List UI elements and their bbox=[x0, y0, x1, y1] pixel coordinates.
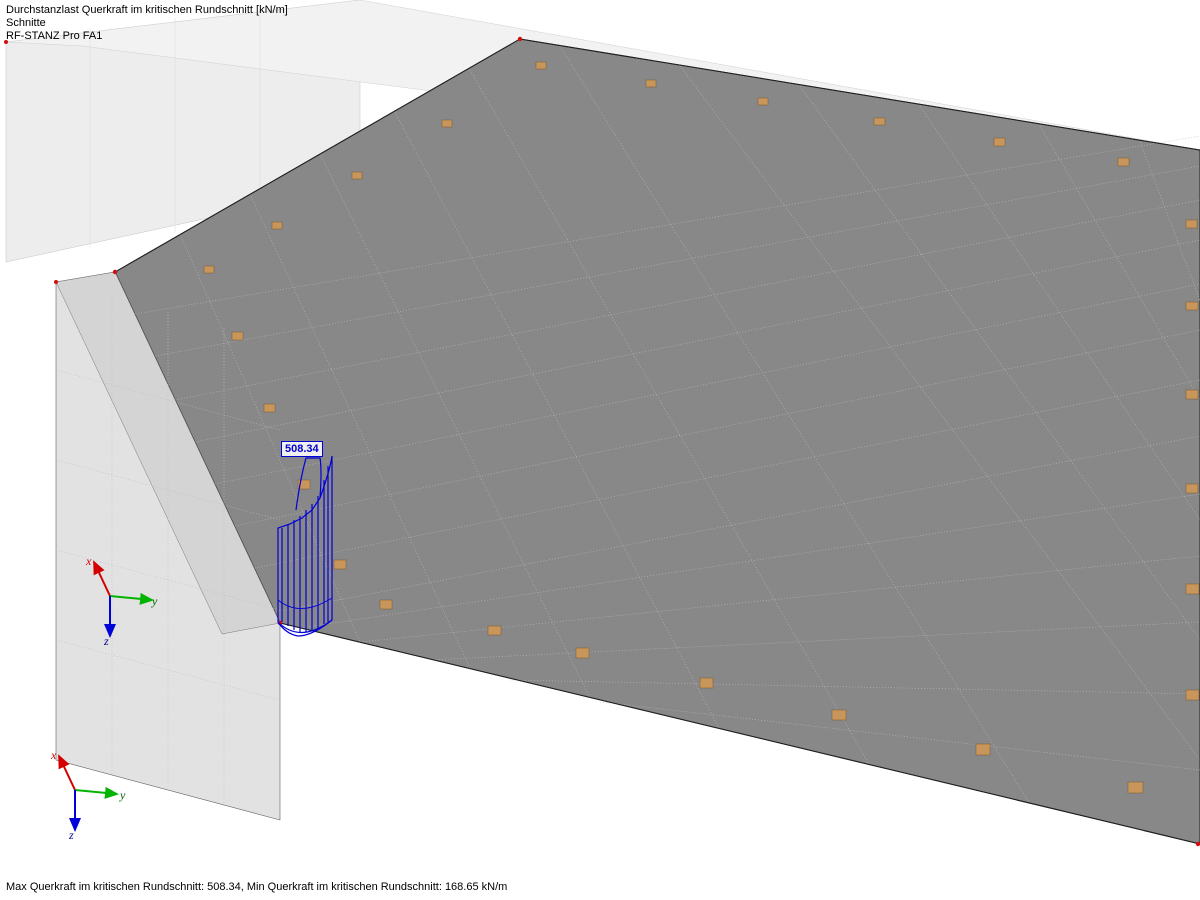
diagram-value-label: 508.34 bbox=[281, 441, 323, 457]
model-viewport[interactable] bbox=[0, 0, 1200, 900]
axis-x-label-local: x bbox=[86, 554, 91, 569]
axis-x-label-global: x bbox=[51, 748, 56, 763]
header-title: Durchstanzlast Querkraft im kritischen R… bbox=[6, 4, 288, 17]
axis-y-label-global: y bbox=[120, 788, 125, 803]
header-block: Durchstanzlast Querkraft im kritischen R… bbox=[6, 4, 288, 43]
axis-z-label-global: z bbox=[69, 828, 74, 843]
axis-y-label-local: y bbox=[152, 594, 157, 609]
footer-status: Max Querkraft im kritischen Rundschnitt:… bbox=[6, 881, 507, 894]
header-subtitle-2: RF-STANZ Pro FA1 bbox=[6, 30, 288, 43]
axis-z-label-local: z bbox=[104, 634, 109, 649]
header-subtitle-1: Schnitte bbox=[6, 17, 288, 30]
